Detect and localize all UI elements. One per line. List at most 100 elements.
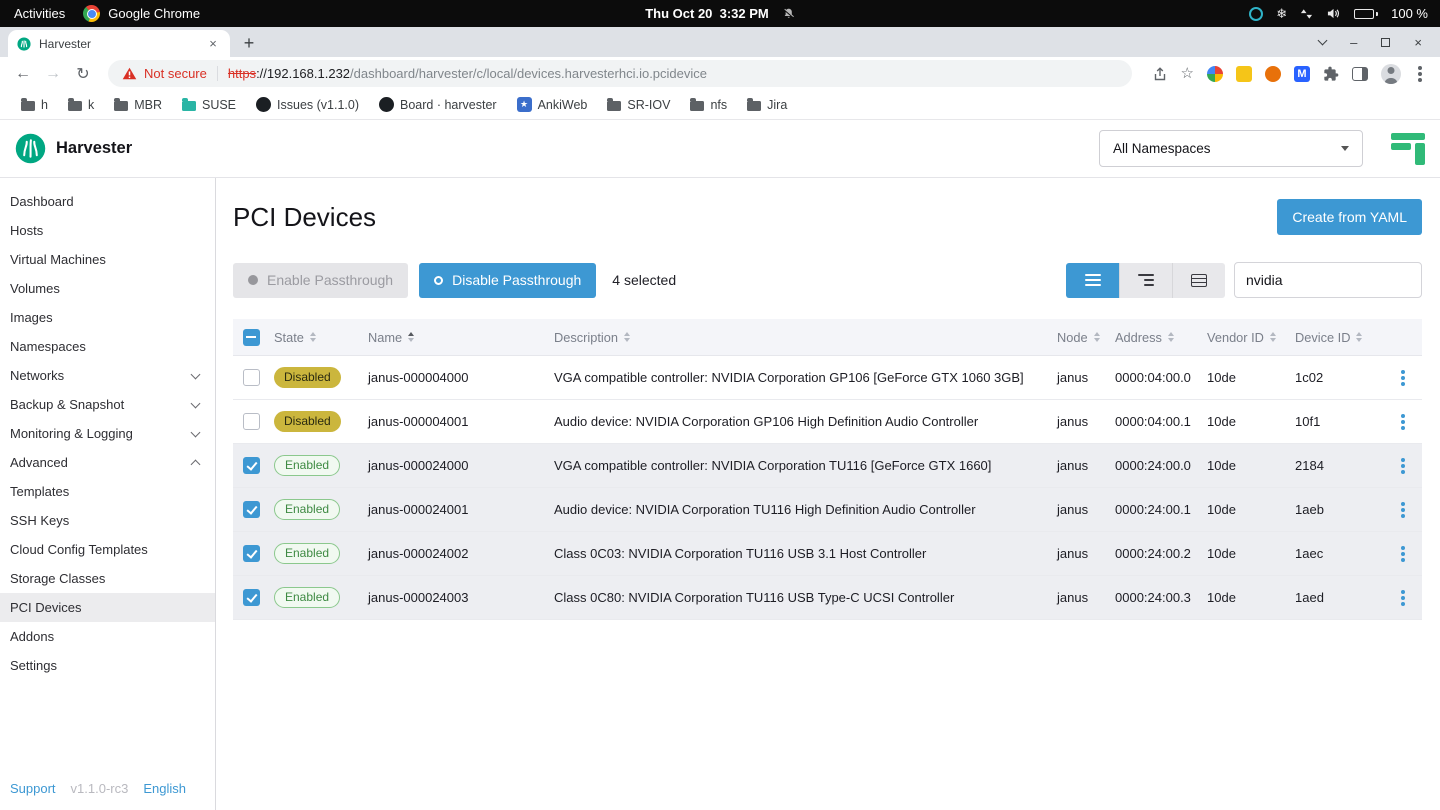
row-actions-menu-icon[interactable] <box>1401 464 1405 468</box>
device-name: janus-000024003 <box>363 590 549 605</box>
row-actions-menu-icon[interactable] <box>1401 552 1405 556</box>
minimize-button[interactable]: – <box>1350 36 1357 49</box>
new-tab-button[interactable]: + <box>236 30 262 56</box>
extension-yellow-icon[interactable] <box>1236 66 1252 82</box>
row-actions-menu-icon[interactable] <box>1401 508 1405 512</box>
url-path: /dashboard/harvester/c/local/devices.har… <box>350 66 707 81</box>
row-checkbox[interactable] <box>243 457 260 474</box>
sidebar-item[interactable]: Advanced <box>0 448 215 477</box>
url-host: ://192.168.1.232 <box>256 66 350 81</box>
sidebar-item[interactable]: Storage Classes <box>0 564 215 593</box>
sidebar-item[interactable]: Virtual Machines <box>0 245 215 274</box>
extension-m-icon[interactable]: M <box>1294 66 1310 82</box>
sidebar-item[interactable]: Dashboard <box>0 187 215 216</box>
browser-tab[interactable]: Harvester × <box>8 30 230 57</box>
bookmark-item[interactable]: MBR <box>105 95 171 115</box>
device-name: janus-000004000 <box>363 370 549 385</box>
profile-avatar[interactable] <box>1381 64 1401 84</box>
bookmark-label: AnkiWeb <box>538 98 588 112</box>
sidebar-item[interactable]: Settings <box>0 651 215 680</box>
sidebar-item[interactable]: Networks <box>0 361 215 390</box>
row-actions-menu-icon[interactable] <box>1401 376 1405 380</box>
focused-app[interactable]: Google Chrome <box>83 5 200 22</box>
sidebar-item[interactable]: Volumes <box>0 274 215 303</box>
activities-button[interactable]: Activities <box>14 6 65 21</box>
side-panel-icon[interactable] <box>1352 67 1368 81</box>
row-checkbox[interactable] <box>243 501 260 518</box>
column-device-id[interactable]: Device ID <box>1295 330 1362 345</box>
sidebar-item[interactable]: Hosts <box>0 216 215 245</box>
bookmark-item[interactable]: h <box>12 95 57 115</box>
share-icon[interactable] <box>1152 66 1168 82</box>
window-close-button[interactable]: × <box>1414 36 1422 49</box>
column-node[interactable]: Node <box>1057 330 1100 345</box>
column-vendor-id[interactable]: Vendor ID <box>1207 330 1276 345</box>
selected-count: 4 selected <box>612 272 676 288</box>
browser-menu-icon[interactable] <box>1418 72 1422 76</box>
search-input[interactable] <box>1234 262 1422 298</box>
sidebar-item[interactable]: Images <box>0 303 215 332</box>
view-grouped-button[interactable] <box>1119 263 1172 298</box>
sidebar-item[interactable]: Backup & Snapshot <box>0 390 215 419</box>
not-secure-label[interactable]: Not secure <box>144 66 207 81</box>
bookmark-item[interactable]: SR-IOV <box>598 95 679 115</box>
row-checkbox[interactable] <box>243 369 260 386</box>
sidebar-item[interactable]: PCI Devices <box>0 593 215 622</box>
column-description[interactable]: Description <box>554 330 630 345</box>
bookmark-item[interactable]: AnkiWeb <box>508 94 597 115</box>
sidebar-item[interactable]: SSH Keys <box>0 506 215 535</box>
tab-search-icon[interactable] <box>1318 35 1328 45</box>
clock-menu[interactable]: Thu Oct 20 3:32 PM <box>645 6 795 21</box>
table-row[interactable]: Disabled janus-000004001 Audio device: N… <box>233 400 1422 444</box>
column-address[interactable]: Address <box>1115 330 1174 345</box>
view-table-button[interactable] <box>1172 263 1225 298</box>
create-from-yaml-button[interactable]: Create from YAML <box>1277 199 1422 235</box>
namespace-selector[interactable]: All Namespaces <box>1099 130 1363 167</box>
enable-passthrough-button[interactable]: Enable Passthrough <box>233 263 408 298</box>
rancher-logo[interactable] <box>1391 133 1425 165</box>
column-name[interactable]: Name <box>368 330 414 345</box>
bookmark-item[interactable]: Jira <box>738 95 796 115</box>
table-row[interactable]: Enabled janus-000024000 VGA compatible c… <box>233 444 1422 488</box>
row-checkbox[interactable] <box>243 589 260 606</box>
back-button[interactable]: ← <box>10 61 36 87</box>
sidebar-item[interactable]: Addons <box>0 622 215 651</box>
row-checkbox[interactable] <box>243 545 260 562</box>
table-row[interactable]: Enabled janus-000024001 Audio device: NV… <box>233 488 1422 532</box>
page-title: PCI Devices <box>233 202 376 233</box>
row-actions-menu-icon[interactable] <box>1401 420 1405 424</box>
extensions-puzzle-icon[interactable] <box>1323 66 1339 82</box>
bookmark-item[interactable]: k <box>59 95 103 115</box>
row-checkbox[interactable] <box>243 413 260 430</box>
language-link[interactable]: English <box>143 781 186 796</box>
address-bar[interactable]: Not secure https://192.168.1.232/dashboa… <box>108 60 1132 87</box>
sidebar-item[interactable]: Templates <box>0 477 215 506</box>
device-device-id: 1aed <box>1290 590 1384 605</box>
table-row[interactable]: Enabled janus-000024003 Class 0C80: NVID… <box>233 576 1422 620</box>
forward-button[interactable]: → <box>40 61 66 87</box>
tab-close-icon[interactable]: × <box>205 36 221 52</box>
bookmark-item[interactable]: nfs <box>681 95 736 115</box>
sidebar-item[interactable]: Monitoring & Logging <box>0 419 215 448</box>
maximize-button[interactable] <box>1381 38 1390 47</box>
row-actions-menu-icon[interactable] <box>1401 596 1405 600</box>
bookmark-item[interactable]: SUSE <box>173 95 245 115</box>
device-description: Class 0C03: NVIDIA Corporation TU116 USB… <box>549 546 1052 561</box>
sidebar-item-label: PCI Devices <box>10 600 82 615</box>
table-row[interactable]: Enabled janus-000024002 Class 0C03: NVID… <box>233 532 1422 576</box>
view-list-button[interactable] <box>1066 263 1119 298</box>
system-tray[interactable]: ❄ 100 % <box>1249 6 1440 21</box>
bookmark-item[interactable]: Board · harvester <box>370 94 506 115</box>
sidebar-item[interactable]: Namespaces <box>0 332 215 361</box>
extension-orange-icon[interactable] <box>1265 66 1281 82</box>
bookmark-item[interactable]: Issues (v1.1.0) <box>247 94 368 115</box>
select-all-checkbox[interactable] <box>243 329 260 346</box>
table-row[interactable]: Disabled janus-000004000 VGA compatible … <box>233 356 1422 400</box>
extension-colorful-icon[interactable] <box>1207 66 1223 82</box>
reload-button[interactable]: ↻ <box>70 61 96 87</box>
disable-passthrough-button[interactable]: Disable Passthrough <box>419 263 596 298</box>
sidebar-item[interactable]: Cloud Config Templates <box>0 535 215 564</box>
support-link[interactable]: Support <box>10 781 56 796</box>
column-state[interactable]: State <box>274 330 316 345</box>
bookmark-star-icon[interactable]: ☆ <box>1181 66 1194 81</box>
